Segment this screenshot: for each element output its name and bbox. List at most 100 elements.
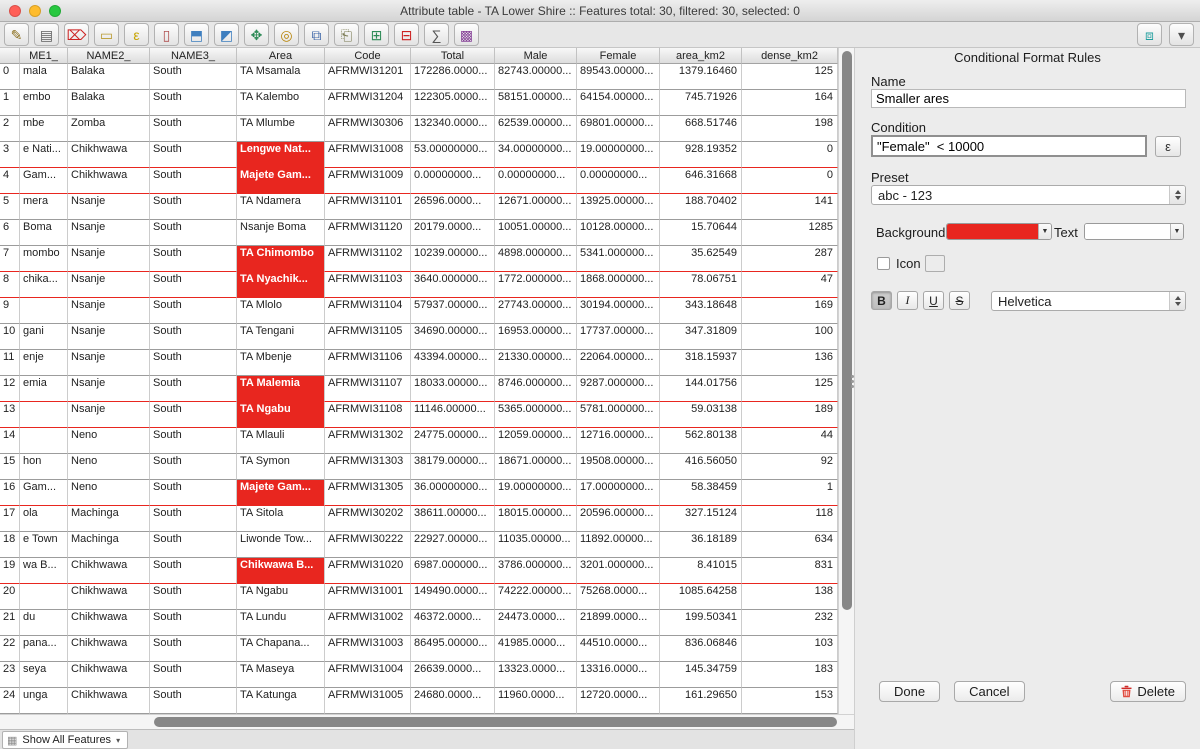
cell-ME1_[interactable]: emia [20, 376, 68, 402]
cell-Total[interactable]: 172286.0000... [411, 64, 495, 90]
cell-Female[interactable]: 12716.00000... [577, 428, 660, 454]
cell-dense_km2[interactable]: 103 [742, 636, 838, 662]
row-number[interactable]: 17 [0, 506, 20, 532]
row-number[interactable]: 19 [0, 558, 20, 584]
cell-ME1_[interactable]: mala [20, 64, 68, 90]
done-button[interactable]: Done [879, 681, 940, 702]
cell-NAME2_[interactable]: Nsanje [68, 350, 150, 376]
cell-Code[interactable]: AFRMWI31008 [325, 142, 411, 168]
cell-NAME3_[interactable]: South [150, 324, 237, 350]
cell-NAME2_[interactable]: Nsanje [68, 194, 150, 220]
cell-Area[interactable]: Chikwawa B... [237, 558, 325, 584]
cell-NAME2_[interactable]: Chikhwawa [68, 688, 150, 714]
cell-area_km2[interactable]: 144.01756 [660, 376, 742, 402]
row-number[interactable]: 6 [0, 220, 20, 246]
expression-builder-button[interactable]: ε [1155, 136, 1181, 157]
cell-Male[interactable]: 24473.0000... [495, 610, 577, 636]
column-header-Total[interactable]: Total [411, 48, 495, 64]
cell-area_km2[interactable]: 928.19352 [660, 142, 742, 168]
cell-Area[interactable]: TA Malemia [237, 376, 325, 402]
cell-Area[interactable]: Majete Gam... [237, 168, 325, 194]
cell-Female[interactable]: 89543.00000... [577, 64, 660, 90]
select-by-expression-button[interactable]: ε [124, 23, 149, 46]
cell-ME1_[interactable]: mombo [20, 246, 68, 272]
delete-selected-button[interactable]: ⌦ [64, 23, 89, 46]
row-number[interactable]: 23 [0, 662, 20, 688]
cell-NAME3_[interactable]: South [150, 428, 237, 454]
cell-Male[interactable]: 12059.00000... [495, 428, 577, 454]
cell-Total[interactable]: 149490.0000... [411, 584, 495, 610]
row-number[interactable]: 3 [0, 142, 20, 168]
cell-Female[interactable]: 20596.00000... [577, 506, 660, 532]
cell-NAME2_[interactable]: Chikhwawa [68, 584, 150, 610]
cell-Area[interactable]: TA Msamala [237, 64, 325, 90]
delete-field-button[interactable]: ⊟ [394, 23, 419, 46]
cell-NAME2_[interactable]: Chikhwawa [68, 558, 150, 584]
cell-Code[interactable]: AFRMWI31102 [325, 246, 411, 272]
cell-ME1_[interactable]: e Nati... [20, 142, 68, 168]
cell-Code[interactable]: AFRMWI31105 [325, 324, 411, 350]
cell-ME1_[interactable] [20, 402, 68, 428]
conditional-formatting-button[interactable]: ▩ [454, 23, 479, 46]
cell-ME1_[interactable]: mera [20, 194, 68, 220]
cell-Female[interactable]: 21899.0000... [577, 610, 660, 636]
cell-Total[interactable]: 38611.00000... [411, 506, 495, 532]
cell-Total[interactable]: 11146.00000... [411, 402, 495, 428]
cell-Male[interactable]: 34.00000000... [495, 142, 577, 168]
cell-dense_km2[interactable]: 169 [742, 298, 838, 324]
cell-Total[interactable]: 43394.00000... [411, 350, 495, 376]
cell-Area[interactable]: TA Symon [237, 454, 325, 480]
cell-Female[interactable]: 1868.000000... [577, 272, 660, 298]
cell-dense_km2[interactable]: 232 [742, 610, 838, 636]
cell-area_km2[interactable]: 58.38459 [660, 480, 742, 506]
new-field-button[interactable]: ⊞ [364, 23, 389, 46]
italic-button[interactable]: I [897, 291, 918, 310]
cell-Area[interactable]: Lengwe Nat... [237, 142, 325, 168]
cell-ME1_[interactable]: wa B... [20, 558, 68, 584]
column-header-area_km2[interactable]: area_km2 [660, 48, 742, 64]
cell-NAME3_[interactable]: South [150, 610, 237, 636]
cell-area_km2[interactable]: 318.15937 [660, 350, 742, 376]
cell-NAME3_[interactable]: South [150, 220, 237, 246]
cell-Total[interactable]: 86495.00000... [411, 636, 495, 662]
cell-Area[interactable]: TA Ngabu [237, 584, 325, 610]
cell-NAME3_[interactable]: South [150, 584, 237, 610]
cancel-button[interactable]: Cancel [954, 681, 1024, 702]
cell-NAME2_[interactable]: Chikhwawa [68, 168, 150, 194]
cell-area_km2[interactable]: 78.06751 [660, 272, 742, 298]
cell-ME1_[interactable]: du [20, 610, 68, 636]
column-header-NAME3_[interactable]: NAME3_ [150, 48, 237, 64]
cell-Male[interactable]: 18015.00000... [495, 506, 577, 532]
cell-NAME2_[interactable]: Nsanje [68, 298, 150, 324]
cell-Area[interactable]: Nsanje Boma [237, 220, 325, 246]
horizontal-scrollbar[interactable] [0, 714, 854, 729]
move-selection-to-top-button[interactable]: ⬒ [184, 23, 209, 46]
cell-Total[interactable]: 46372.0000... [411, 610, 495, 636]
cell-area_km2[interactable]: 188.70402 [660, 194, 742, 220]
row-number[interactable]: 18 [0, 532, 20, 558]
cell-Female[interactable]: 0.00000000... [577, 168, 660, 194]
cell-Total[interactable]: 24680.0000... [411, 688, 495, 714]
horizontal-scrollbar-thumb[interactable] [154, 717, 837, 727]
cell-Area[interactable]: TA Chimombo [237, 246, 325, 272]
cell-area_km2[interactable]: 347.31809 [660, 324, 742, 350]
cell-dense_km2[interactable]: 1285 [742, 220, 838, 246]
cell-dense_km2[interactable]: 47 [742, 272, 838, 298]
cell-Total[interactable]: 18033.00000... [411, 376, 495, 402]
cell-Female[interactable]: 17.00000000... [577, 480, 660, 506]
cell-area_km2[interactable]: 35.62549 [660, 246, 742, 272]
cell-dense_km2[interactable]: 287 [742, 246, 838, 272]
cell-NAME3_[interactable]: South [150, 558, 237, 584]
cell-Total[interactable]: 0.00000000... [411, 168, 495, 194]
cell-area_km2[interactable]: 416.56050 [660, 454, 742, 480]
cell-ME1_[interactable]: pana... [20, 636, 68, 662]
cell-ME1_[interactable]: enje [20, 350, 68, 376]
row-number[interactable]: 10 [0, 324, 20, 350]
cell-Code[interactable]: AFRMWI31201 [325, 64, 411, 90]
cell-NAME2_[interactable]: Nsanje [68, 324, 150, 350]
zoom-to-selected-button[interactable]: ◎ [274, 23, 299, 46]
cell-Total[interactable]: 20179.0000... [411, 220, 495, 246]
cell-Area[interactable]: TA Chapana... [237, 636, 325, 662]
cell-Male[interactable]: 18671.00000... [495, 454, 577, 480]
cell-Male[interactable]: 11035.00000... [495, 532, 577, 558]
